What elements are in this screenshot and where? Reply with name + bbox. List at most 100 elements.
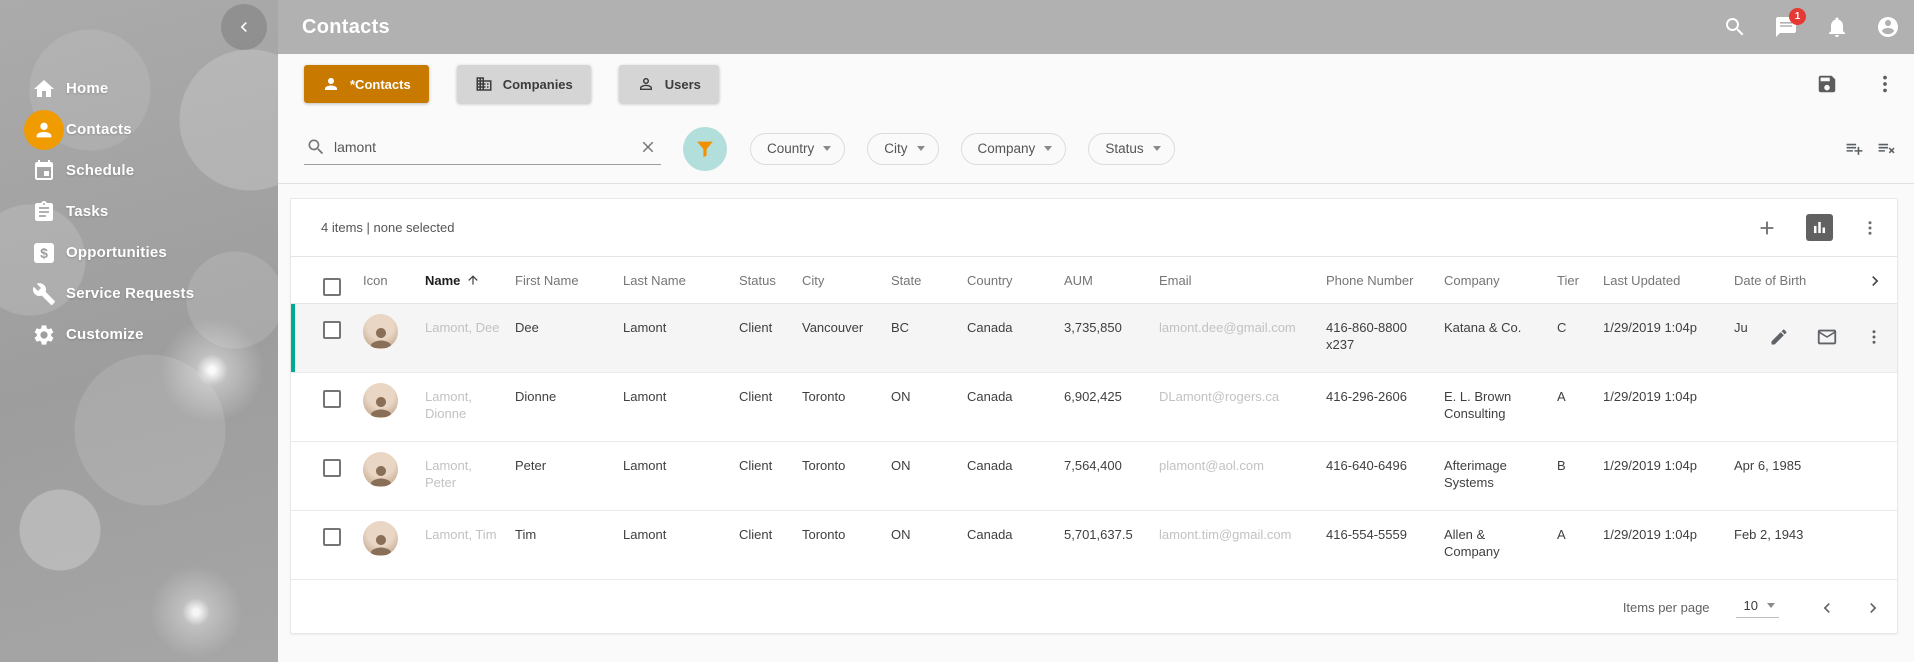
sidebar-item-customize[interactable]: Customize [0,314,278,355]
filter-chip-company[interactable]: Company [961,133,1067,165]
search-icon[interactable] [1723,15,1747,39]
column-header-phone[interactable]: Phone Number [1326,273,1444,288]
table-row[interactable]: Lamont, Peter Peter Lamont Client Toront… [291,442,1897,511]
sidebar-item-label: Schedule [66,162,134,179]
column-header-icon[interactable]: Icon [363,273,425,288]
sidebar-collapse-button[interactable] [221,4,267,50]
contact-avatar[interactable] [363,314,398,349]
previous-page-icon[interactable] [1817,598,1837,618]
table-row[interactable]: Lamont, Dee Dee Lamont Client Vancouver … [291,304,1897,373]
cell-name[interactable]: Lamont, Tim [425,511,515,579]
table-row[interactable]: Lamont, Dionne Dionne Lamont Client Toro… [291,373,1897,442]
account-icon[interactable] [1876,15,1900,39]
tab-contacts[interactable]: *Contacts [304,65,429,103]
column-header-name[interactable]: Name [425,273,515,288]
page-size-value: 10 [1744,598,1758,613]
page-size-select[interactable]: 10 [1736,598,1779,618]
search-field[interactable] [304,133,661,165]
contact-avatar[interactable] [363,452,398,487]
cell-name[interactable]: Lamont, Dionne [425,373,515,441]
column-header-email[interactable]: Email [1159,273,1326,288]
filter-chip-country[interactable]: Country [750,133,845,165]
cell-company: E. L. Brown Consulting [1444,373,1557,441]
cell-last-name: Lamont [623,442,739,510]
sidebar: Home Contacts Schedule Tasks $ Opportuni… [0,0,278,662]
table-row[interactable]: Lamont, Tim Tim Lamont Client Toronto ON… [291,511,1897,580]
cell-name[interactable]: Lamont, Peter [425,442,515,510]
cell-country: Canada [967,442,1064,510]
bell-icon[interactable] [1825,15,1849,39]
filter-chip-status[interactable]: Status [1088,133,1174,165]
cell-aum: 7,564,400 [1064,442,1159,510]
filter-toggle-button[interactable] [683,127,727,171]
scroll-columns-right-icon[interactable] [1865,271,1885,291]
column-header-tier[interactable]: Tier [1557,273,1603,288]
chevron-down-icon [823,146,831,151]
dollar-card-icon: $ [24,233,64,273]
column-header-company[interactable]: Company [1444,273,1557,288]
more-vert-icon[interactable] [1861,219,1879,237]
sidebar-item-schedule[interactable]: Schedule [0,150,278,191]
more-vert-icon[interactable] [1865,328,1883,346]
cell-status: Client [739,442,802,510]
sidebar-item-opportunities[interactable]: $ Opportunities [0,232,278,273]
column-header-last-name[interactable]: Last Name [623,273,739,288]
app-header: Contacts 1 [278,0,1914,54]
tab-users[interactable]: Users [619,65,719,103]
sidebar-item-home[interactable]: Home [0,68,278,109]
chevron-left-icon [234,17,254,37]
bar-chart-icon[interactable] [1806,214,1833,241]
sidebar-item-service-requests[interactable]: Service Requests [0,273,278,314]
cell-email: lamont.tim@gmail.com [1159,511,1326,579]
column-header-country[interactable]: Country [967,273,1064,288]
chat-icon[interactable]: 1 [1774,15,1798,39]
column-header-last-updated[interactable]: Last Updated [1603,273,1734,288]
building-icon [475,75,493,93]
column-header-city[interactable]: City [802,273,891,288]
cell-status: Client [739,373,802,441]
cell-phone: 416-296-2606 [1326,373,1444,441]
clear-search-icon[interactable] [639,138,657,156]
save-icon[interactable] [1816,73,1838,95]
contact-avatar[interactable] [363,521,398,556]
select-all-checkbox[interactable] [323,278,341,296]
row-checkbox[interactable] [323,528,341,546]
column-header-first-name[interactable]: First Name [515,273,623,288]
tab-companies[interactable]: Companies [457,65,591,103]
cell-state: ON [891,442,967,510]
table-header-row: Icon Name First Name Last Name Status Ci… [291,256,1897,304]
sidebar-item-contacts[interactable]: Contacts [0,109,278,150]
more-vert-icon[interactable] [1874,73,1896,95]
row-checkbox[interactable] [323,321,341,339]
column-header-aum[interactable]: AUM [1064,273,1159,288]
edit-icon[interactable] [1769,327,1789,347]
cell-city: Toronto [802,442,891,510]
person-outline-icon [637,75,655,93]
email-icon[interactable] [1816,326,1838,348]
chevron-down-icon [1153,146,1161,151]
playlist-clear-icon[interactable] [1877,139,1896,158]
contact-avatar[interactable] [363,383,398,418]
search-input[interactable] [334,139,631,155]
playlist-add-icon[interactable] [1845,139,1864,158]
row-checkbox[interactable] [323,459,341,477]
next-page-icon[interactable] [1863,598,1883,618]
cell-state: BC [891,304,967,372]
cell-tier: B [1557,442,1603,510]
add-icon[interactable] [1756,217,1778,239]
cell-aum: 3,735,850 [1064,304,1159,372]
cell-phone: 416-554-5559 [1326,511,1444,579]
sidebar-item-tasks[interactable]: Tasks [0,191,278,232]
filter-chip-city[interactable]: City [867,133,938,165]
cell-first-name: Tim [515,511,623,579]
cell-last-updated: 1/29/2019 1:04p [1603,373,1734,441]
cell-first-name: Dee [515,304,623,372]
filter-bar: Country City Company Status [278,114,1914,184]
column-header-status[interactable]: Status [739,273,802,288]
cell-name[interactable]: Lamont, Dee [425,304,515,372]
column-header-state[interactable]: State [891,273,967,288]
row-checkbox[interactable] [323,390,341,408]
chip-label: Status [1105,141,1143,156]
cell-aum: 6,902,425 [1064,373,1159,441]
wrench-icon [24,274,64,314]
